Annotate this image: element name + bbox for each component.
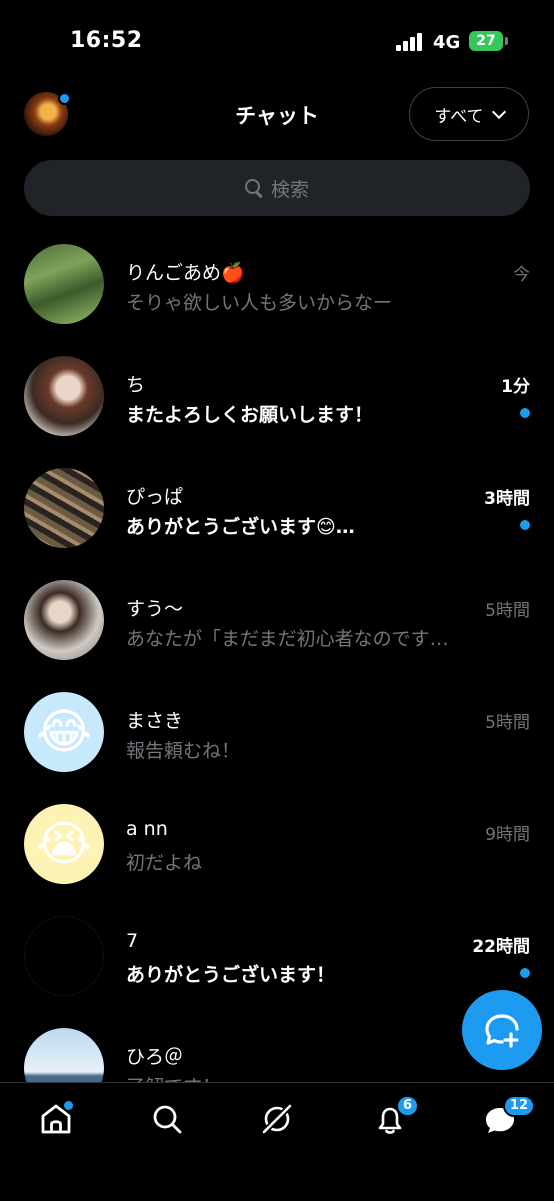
network-type: 4G xyxy=(433,32,461,53)
unread-indicator xyxy=(520,408,530,418)
chat-timestamp: 5時間 xyxy=(485,601,530,621)
laughing-emoji-icon: 😂 xyxy=(35,704,93,760)
filter-label: すべて xyxy=(434,106,484,127)
chat-row[interactable]: ぴっぱ ありがとうございます😊… 3時間 xyxy=(0,452,554,564)
chat-row[interactable]: すう〜 あなたが「まだまだ初心者なのです… 5時間 xyxy=(0,564,554,676)
chat-timestamp: 3時間 xyxy=(484,489,530,509)
new-message-icon xyxy=(485,1014,519,1048)
status-bar: 16:52 4G 27 xyxy=(0,0,554,84)
chat-preview: ありがとうございます！ xyxy=(126,964,336,986)
unread-indicator xyxy=(520,520,530,530)
filter-dropdown[interactable]: すべて xyxy=(409,87,529,141)
chat-preview: ありがとうございます😊… xyxy=(126,516,355,538)
avatar xyxy=(24,244,104,324)
chat-timestamp: 9時間 xyxy=(485,825,530,845)
chat-row[interactable]: 😭 a nn 初だよね 9時間 xyxy=(0,788,554,900)
avatar xyxy=(24,356,104,436)
avatar xyxy=(24,580,104,660)
chat-row[interactable]: りんごあめ🍎 そりゃ欲しい人も多いからなー 今 xyxy=(0,228,554,340)
chat-row[interactable]: ち またよろしくお願いします！ 1分 xyxy=(0,340,554,452)
home-notification-dot xyxy=(62,1099,75,1112)
tab-home[interactable] xyxy=(36,1099,76,1139)
tab-explore[interactable] xyxy=(147,1099,187,1139)
status-time: 16:52 xyxy=(70,28,143,53)
tab-notifications[interactable]: 6 xyxy=(370,1095,420,1139)
crying-emoji-icon: 😭 xyxy=(35,816,93,872)
avatar xyxy=(24,468,104,548)
chat-timestamp: 22時間 xyxy=(472,937,530,957)
chat-timestamp: 今 xyxy=(513,265,530,285)
chat-timestamp: 1分 xyxy=(501,377,530,397)
chat-preview: そりゃ欲しい人も多いからなー xyxy=(126,292,393,314)
chevron-down-icon xyxy=(491,104,506,119)
chat-preview: あなたが「まだまだ初心者なのです… xyxy=(126,628,449,650)
messages-badge: 12 xyxy=(503,1095,536,1117)
avatar: 😭 xyxy=(24,804,104,884)
chat-preview: 初だよね xyxy=(126,852,203,874)
tab-bar: 6 12 xyxy=(0,1082,554,1201)
unread-indicator xyxy=(520,968,530,978)
new-message-button[interactable] xyxy=(462,990,542,1070)
grok-icon xyxy=(260,1102,294,1136)
tab-grok[interactable] xyxy=(257,1099,297,1139)
tab-messages[interactable]: 12 xyxy=(480,1095,536,1139)
chat-timestamp: 5時間 xyxy=(485,713,530,733)
chat-name: ち xyxy=(126,374,146,396)
chat-name: ひろ＠ xyxy=(126,1046,184,1068)
chat-name: 7 xyxy=(126,930,139,952)
search-icon xyxy=(244,179,263,197)
notifications-badge: 6 xyxy=(396,1095,420,1117)
search-input[interactable]: 検索 xyxy=(24,160,530,216)
chat-name: a nn xyxy=(126,818,168,840)
chat-preview: 報告頼むね！ xyxy=(126,740,241,762)
signal-icon xyxy=(396,33,426,51)
chat-preview: またよろしくお願いします！ xyxy=(126,404,374,426)
chat-name: まさき xyxy=(126,710,184,732)
battery-cap xyxy=(505,37,508,45)
chat-name: りんごあめ🍎 xyxy=(126,262,245,284)
chat-row[interactable]: 😂 まさき 報告頼むね！ 5時間 xyxy=(0,676,554,788)
chat-name: すう〜 xyxy=(126,598,184,620)
avatar: 😂 xyxy=(24,692,104,772)
battery-icon: 27 xyxy=(469,31,503,51)
avatar xyxy=(24,916,104,996)
search-icon xyxy=(153,1105,182,1134)
chat-name: ぴっぱ xyxy=(126,486,184,508)
search-placeholder: 検索 xyxy=(270,178,309,201)
